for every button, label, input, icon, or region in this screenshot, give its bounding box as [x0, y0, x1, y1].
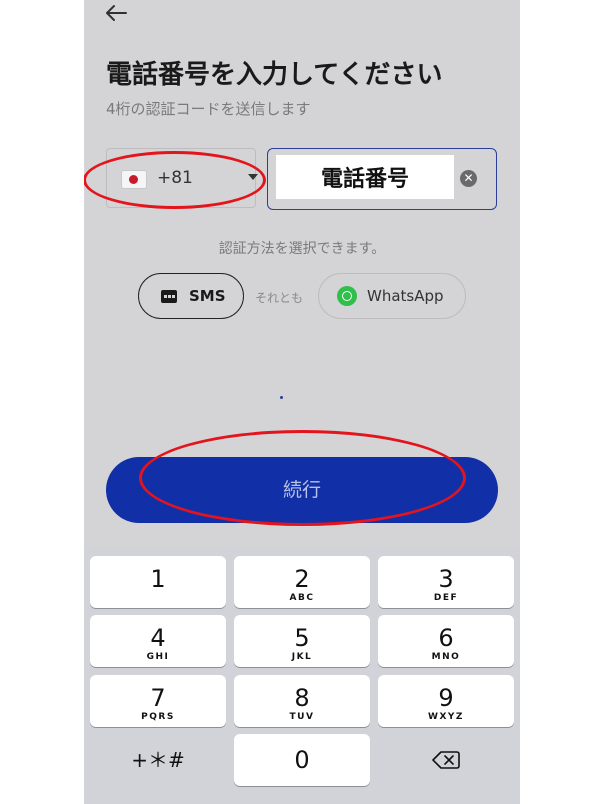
clear-icon[interactable]: ✕: [460, 170, 477, 187]
continue-button[interactable]: 続行: [106, 457, 498, 523]
phone-screen: 電話番号を入力してください 4桁の認証コードを送信します +81 ✕ 認証方法を…: [84, 0, 520, 804]
key-letters: TUV: [289, 712, 315, 722]
key-9[interactable]: 9 WXYZ: [378, 675, 514, 727]
phone-number-field: ✕: [267, 148, 497, 210]
whatsapp-icon: [337, 286, 357, 306]
key-symbols[interactable]: +＊#: [90, 734, 226, 786]
key-8[interactable]: 8 TUV: [234, 675, 370, 727]
key-1[interactable]: 1: [90, 556, 226, 608]
key-number: 8: [294, 684, 310, 712]
key-letters: JKL: [291, 652, 313, 662]
key-number: 7: [150, 684, 166, 712]
key-letters: ABC: [289, 593, 315, 603]
country-code-label: +81: [157, 168, 193, 188]
whatsapp-label: WhatsApp: [367, 287, 444, 305]
key-number: 9: [438, 684, 454, 712]
key-number: 5: [294, 624, 310, 652]
key-letters: DEF: [433, 593, 459, 603]
key-letters: PQRS: [141, 712, 175, 722]
numeric-keypad: 1 2 ABC 3 DEF 4 GHI 5 JKL 6 MNO 7 PQRS 8…: [84, 548, 520, 804]
key-3[interactable]: 3 DEF: [378, 556, 514, 608]
key-number: 0: [294, 746, 310, 774]
sms-label: SMS: [189, 287, 226, 305]
phone-number-input[interactable]: [276, 155, 454, 199]
key-2[interactable]: 2 ABC: [234, 556, 370, 608]
key-letters: GHI: [146, 652, 170, 662]
key-7[interactable]: 7 PQRS: [90, 675, 226, 727]
sms-option-button[interactable]: SMS: [138, 273, 244, 319]
key-4[interactable]: 4 GHI: [90, 615, 226, 667]
or-separator: それとも: [255, 291, 304, 305]
caret-down-icon: [248, 174, 258, 180]
key-number: 2: [294, 565, 310, 593]
key-letters: MNO: [431, 652, 461, 662]
key-letters: WXYZ: [428, 712, 464, 722]
country-code-select[interactable]: +81: [106, 148, 258, 208]
page-title: 電話番号を入力してください: [106, 60, 443, 90]
page-subtitle: 4桁の認証コードを送信します: [106, 100, 311, 118]
key-number: 4: [150, 624, 166, 652]
verification-method-hint: 認証方法を選択できます。: [218, 241, 386, 257]
message-icon: [161, 290, 177, 303]
back-arrow-icon[interactable]: [104, 4, 128, 22]
key-number: 3: [438, 565, 454, 593]
key-number: 6: [438, 624, 454, 652]
loading-dot: [280, 396, 283, 399]
key-5[interactable]: 5 JKL: [234, 615, 370, 667]
japan-flag-icon: [122, 171, 146, 188]
whatsapp-option-button[interactable]: WhatsApp: [318, 273, 466, 319]
key-0[interactable]: 0: [234, 734, 370, 786]
backspace-icon[interactable]: [378, 734, 514, 786]
key-6[interactable]: 6 MNO: [378, 615, 514, 667]
key-number: 1: [150, 565, 166, 593]
